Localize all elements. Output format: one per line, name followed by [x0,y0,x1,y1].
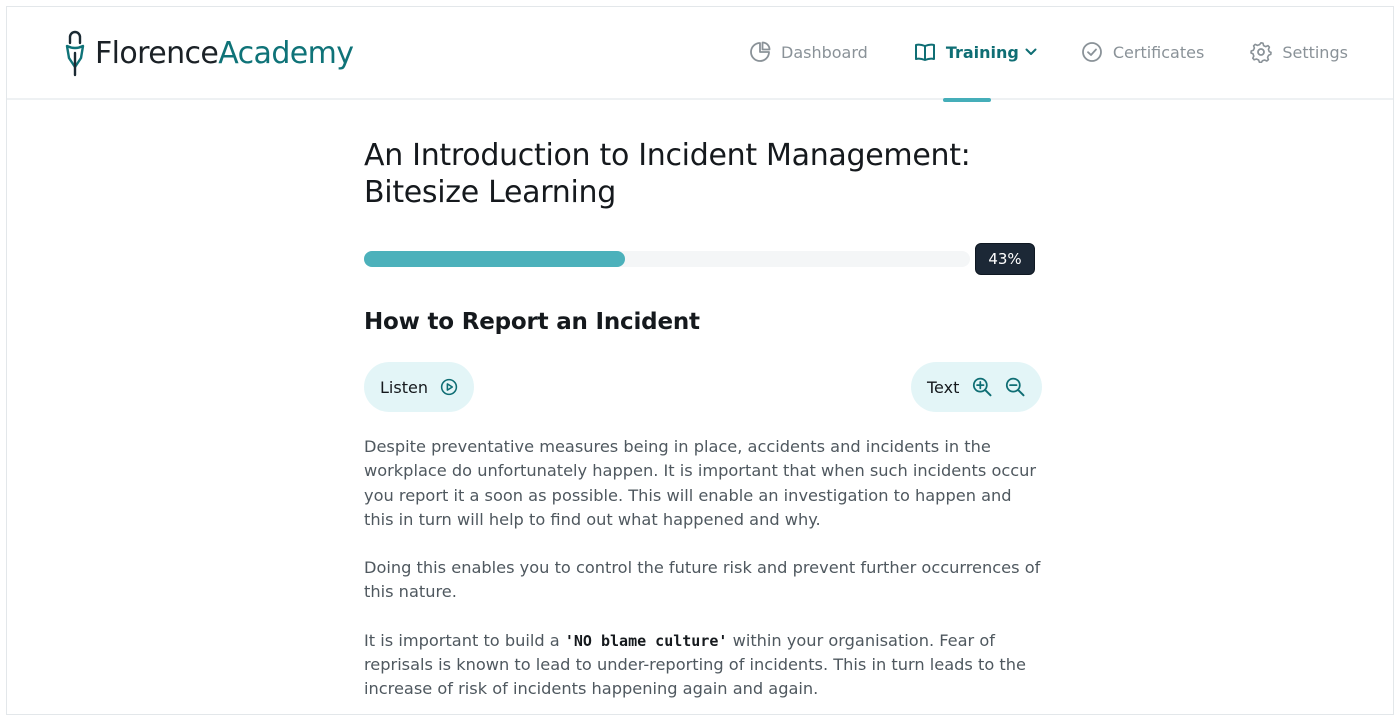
nav-active-indicator [943,98,991,102]
section-title: How to Report an Incident [364,309,700,335]
pie-chart-icon [750,41,771,62]
course-title-line1: An Introduction to Incident Management: [364,138,971,173]
text-size-controls: Text [911,362,1042,412]
nav-certificates[interactable]: Certificates [1081,41,1204,63]
main-nav: Dashboard Training Certificates Settings [749,41,1348,63]
app-frame: FlorenceAcademy Dashboard Training Certi… [6,6,1394,715]
course-title-line2: Bitesize Learning [364,175,616,210]
nav-settings[interactable]: Settings [1250,41,1348,63]
paragraph-2: Doing this enables you to control the fu… [364,558,1041,602]
check-circle-icon [1081,42,1102,62]
nav-dashboard-label: Dashboard [781,42,868,62]
text-size-label: Text [927,377,960,397]
paragraph-1: Despite preventative measures being in p… [364,437,1037,529]
no-blame-culture-emphasis: 'NO blame culture' [564,631,728,650]
nav-training[interactable]: Training [914,42,1037,62]
paragraph-3-before: It is important to build a [364,630,565,650]
book-icon [914,43,935,61]
course-title: An Introduction to Incident Management: … [364,137,1044,211]
progress-track [364,251,970,267]
course-progress: 43% [364,243,1036,275]
nav-training-label: Training [945,42,1019,62]
zoom-in-icon[interactable] [971,375,993,399]
progress-fill [364,251,625,267]
nav-dashboard[interactable]: Dashboard [749,41,868,63]
progress-percent-badge: 43% [975,243,1035,275]
paragraph-3: It is important to build a 'NO blame cul… [364,629,1044,702]
lesson-content: An Introduction to Incident Management: … [364,137,1044,698]
listen-button[interactable]: Listen [364,362,474,412]
listen-label: Listen [380,377,428,397]
brand-logo[interactable]: FlorenceAcademy [63,29,354,77]
pen-nib-logo-icon [65,30,85,77]
play-circle-icon [440,378,458,396]
brand-name-part1: Florence [95,35,219,71]
gear-icon [1250,42,1273,63]
nav-settings-label: Settings [1282,42,1348,62]
lesson-body: Despite preventative measures being in p… [364,435,1044,714]
top-header: FlorenceAcademy Dashboard Training Certi… [7,7,1393,100]
nav-certificates-label: Certificates [1112,42,1205,62]
chevron-down-icon[interactable] [1025,48,1037,56]
zoom-out-icon[interactable] [1004,375,1026,399]
brand-name: FlorenceAcademy [95,35,354,71]
brand-name-part2: Academy [218,35,354,71]
